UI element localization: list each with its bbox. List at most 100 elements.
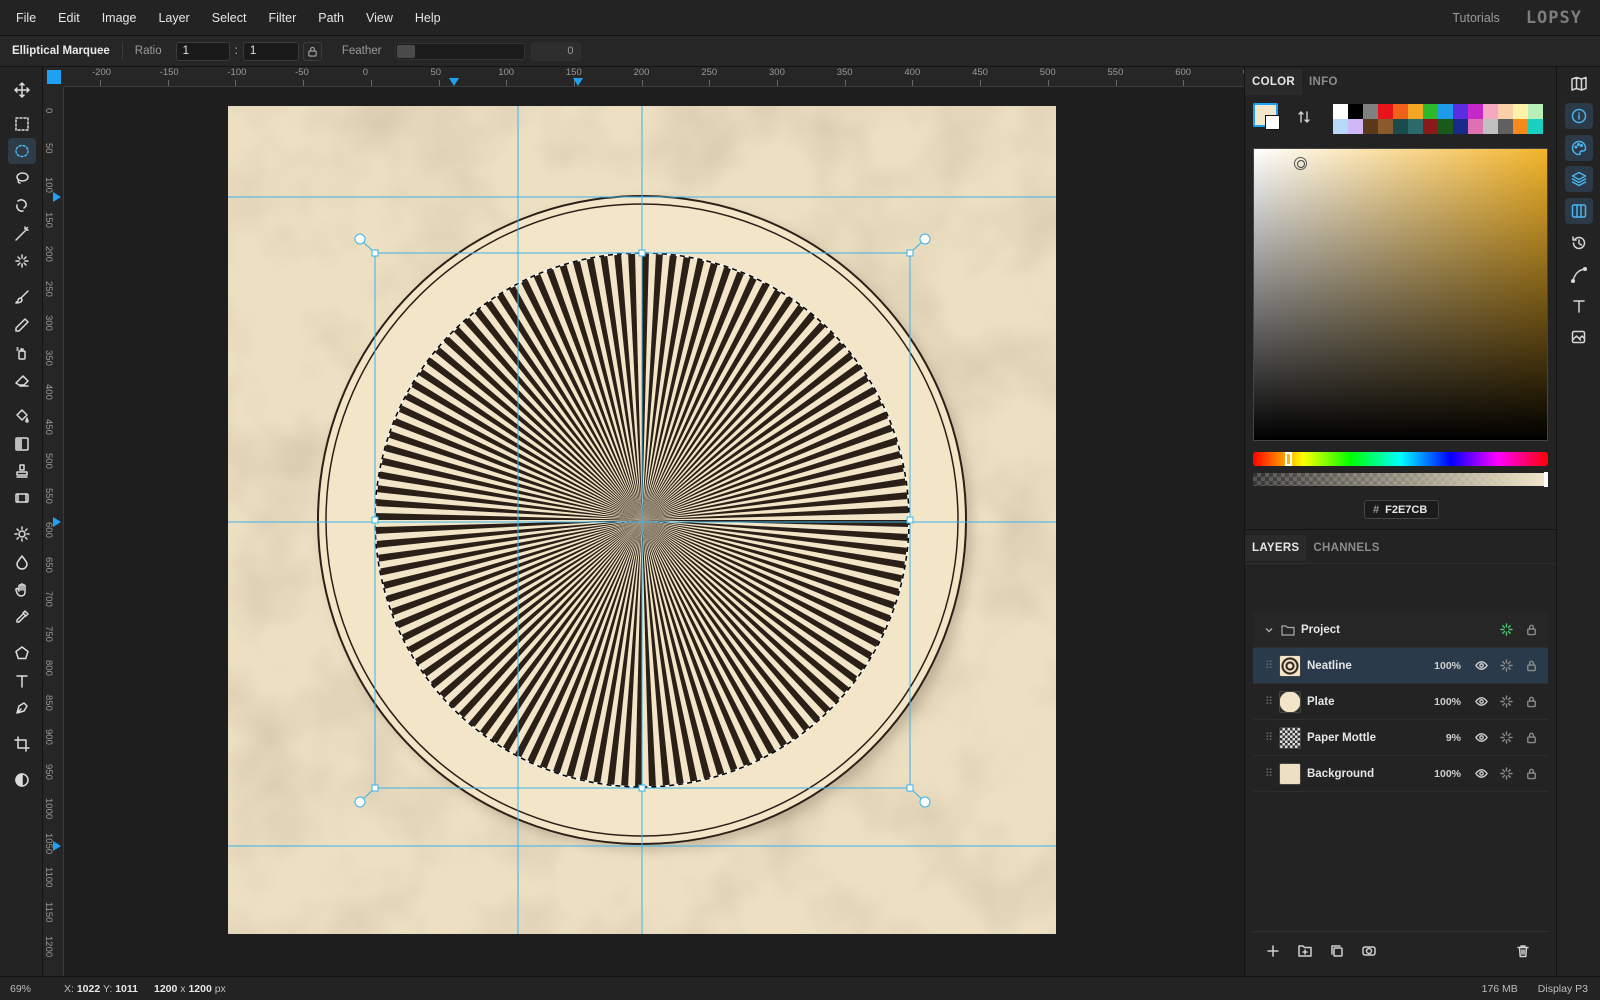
vertical-ruler[interactable]: 0 50 100 150 200 250 300 350 400 450 500 550 600 650 7… bbox=[43, 87, 64, 976]
hue-slider[interactable] bbox=[1253, 452, 1548, 466]
drag-handle-icon[interactable]: ⠿ bbox=[1265, 767, 1275, 780]
new-layer-button[interactable] bbox=[1263, 941, 1283, 961]
pen-tool[interactable] bbox=[8, 695, 36, 721]
guide-marker[interactable] bbox=[573, 78, 583, 86]
color-swatch[interactable] bbox=[1408, 119, 1423, 134]
scale-handle-tm[interactable] bbox=[638, 249, 646, 257]
feather-slider-handle[interactable] bbox=[397, 44, 416, 58]
effects-icon[interactable] bbox=[1498, 766, 1514, 782]
alpha-slider-handle[interactable] bbox=[1544, 472, 1548, 487]
color-swatch[interactable] bbox=[1468, 119, 1483, 134]
color-swatch[interactable] bbox=[1453, 119, 1468, 134]
color-swatch[interactable] bbox=[1528, 104, 1543, 119]
hue-slider-handle[interactable] bbox=[1285, 452, 1292, 466]
eye-icon[interactable] bbox=[1473, 694, 1489, 710]
color-swatch[interactable] bbox=[1438, 104, 1453, 119]
guide-marker[interactable] bbox=[53, 841, 61, 851]
layer-group-row[interactable]: Project bbox=[1253, 612, 1548, 648]
layer-row-paper-mottle[interactable]: ⠿ Paper Mottle 9% bbox=[1253, 720, 1548, 756]
scale-handle-ml[interactable] bbox=[371, 516, 379, 524]
eyedropper-tool[interactable] bbox=[8, 604, 36, 630]
ratio-width-input[interactable]: 1 bbox=[175, 41, 230, 61]
tutorials-link[interactable]: Tutorials bbox=[1452, 11, 1499, 25]
layer-opacity[interactable]: 9% bbox=[1429, 732, 1461, 744]
effects-icon[interactable] bbox=[1498, 658, 1514, 674]
color-swatch[interactable] bbox=[1453, 104, 1468, 119]
brush-tool[interactable] bbox=[8, 284, 36, 310]
menu-path[interactable]: Path bbox=[307, 0, 355, 36]
menu-layer[interactable]: Layer bbox=[147, 0, 200, 36]
dodge-tool[interactable] bbox=[8, 521, 36, 547]
layer-mask-button[interactable] bbox=[1359, 941, 1379, 961]
ellipse-marquee-tool[interactable] bbox=[8, 138, 36, 164]
rotate-handle-tr[interactable] bbox=[919, 233, 931, 245]
effects-icon[interactable] bbox=[1498, 694, 1514, 710]
color-swatch[interactable] bbox=[1498, 119, 1513, 134]
move-tool[interactable] bbox=[8, 77, 36, 103]
duplicate-layer-button[interactable] bbox=[1327, 941, 1347, 961]
blur-tool[interactable] bbox=[8, 549, 36, 575]
rotate-handle-bl[interactable] bbox=[354, 796, 366, 808]
layer-row-background[interactable]: ⠿ Background 100% bbox=[1253, 756, 1548, 792]
color-swatch[interactable] bbox=[1438, 119, 1453, 134]
ratio-lock-button[interactable] bbox=[302, 41, 322, 61]
menu-help[interactable]: Help bbox=[404, 0, 452, 36]
scale-handle-tr[interactable] bbox=[906, 249, 914, 257]
background-color-swatch[interactable] bbox=[1265, 115, 1280, 130]
chevron-down-icon[interactable] bbox=[1263, 624, 1275, 636]
drag-handle-icon[interactable]: ⠿ bbox=[1265, 659, 1275, 672]
delete-layer-button[interactable] bbox=[1513, 941, 1533, 961]
color-swatch[interactable] bbox=[1363, 119, 1378, 134]
spray-tool[interactable] bbox=[8, 340, 36, 366]
menu-select[interactable]: Select bbox=[201, 0, 258, 36]
color-swatch[interactable] bbox=[1528, 119, 1543, 134]
layer-opacity[interactable]: 100% bbox=[1429, 696, 1461, 708]
effects-icon[interactable] bbox=[1498, 622, 1514, 638]
tab-color[interactable]: COLOR bbox=[1245, 69, 1303, 95]
scale-handle-tl[interactable] bbox=[371, 249, 379, 257]
lasso-tool[interactable] bbox=[8, 166, 36, 192]
menu-filter[interactable]: Filter bbox=[257, 0, 307, 36]
crop-tool[interactable] bbox=[8, 731, 36, 757]
tab-layers[interactable]: LAYERS bbox=[1245, 535, 1307, 561]
layer-opacity[interactable]: 100% bbox=[1429, 768, 1461, 780]
color-swatch[interactable] bbox=[1378, 104, 1393, 119]
document-canvas[interactable] bbox=[64, 87, 1244, 976]
color-swatch[interactable] bbox=[1348, 104, 1363, 119]
color-swatch[interactable] bbox=[1393, 104, 1408, 119]
saturation-value-picker[interactable] bbox=[1253, 148, 1548, 441]
zoom-level[interactable]: 69% bbox=[10, 983, 40, 995]
lock-icon[interactable] bbox=[1523, 766, 1539, 782]
scale-handle-bl[interactable] bbox=[371, 784, 379, 792]
guide-marker[interactable] bbox=[53, 192, 61, 202]
color-swatch[interactable] bbox=[1333, 104, 1348, 119]
history-panel-button[interactable] bbox=[1565, 230, 1593, 256]
color-swatch[interactable] bbox=[1378, 119, 1393, 134]
new-group-button[interactable] bbox=[1295, 941, 1315, 961]
menu-view[interactable]: View bbox=[355, 0, 404, 36]
horizontal-ruler[interactable]: -200 -150 -100 -50 0 50 100 150 200 250 300 350 400 4… bbox=[64, 67, 1244, 87]
lock-icon[interactable] bbox=[1523, 730, 1539, 746]
guide-marker[interactable] bbox=[449, 78, 459, 86]
color-swatch[interactable] bbox=[1468, 104, 1483, 119]
color-swatch[interactable] bbox=[1423, 104, 1438, 119]
scale-handle-bm[interactable] bbox=[638, 784, 646, 792]
canvas-viewport[interactable] bbox=[64, 87, 1244, 976]
tab-channels[interactable]: CHANNELS bbox=[1306, 535, 1386, 561]
paths-panel-button[interactable] bbox=[1565, 262, 1593, 288]
eye-icon[interactable] bbox=[1473, 766, 1489, 782]
type-tool[interactable] bbox=[8, 668, 36, 694]
layer-row-plate[interactable]: ⠿ Plate 100% bbox=[1253, 684, 1548, 720]
drag-handle-icon[interactable]: ⠿ bbox=[1265, 695, 1275, 708]
character-panel-button[interactable] bbox=[1565, 293, 1593, 319]
hand-tool[interactable] bbox=[8, 577, 36, 603]
effects-icon[interactable] bbox=[1498, 730, 1514, 746]
shape-tool[interactable] bbox=[8, 640, 36, 666]
lock-icon[interactable] bbox=[1523, 694, 1539, 710]
rotate-handle-tl[interactable] bbox=[354, 233, 366, 245]
menu-edit[interactable]: Edit bbox=[47, 0, 91, 36]
color-picker-cursor[interactable] bbox=[1294, 157, 1307, 170]
feather-slider[interactable] bbox=[395, 42, 526, 60]
drag-handle-icon[interactable]: ⠿ bbox=[1265, 731, 1275, 744]
quick-select-tool[interactable] bbox=[8, 248, 36, 274]
